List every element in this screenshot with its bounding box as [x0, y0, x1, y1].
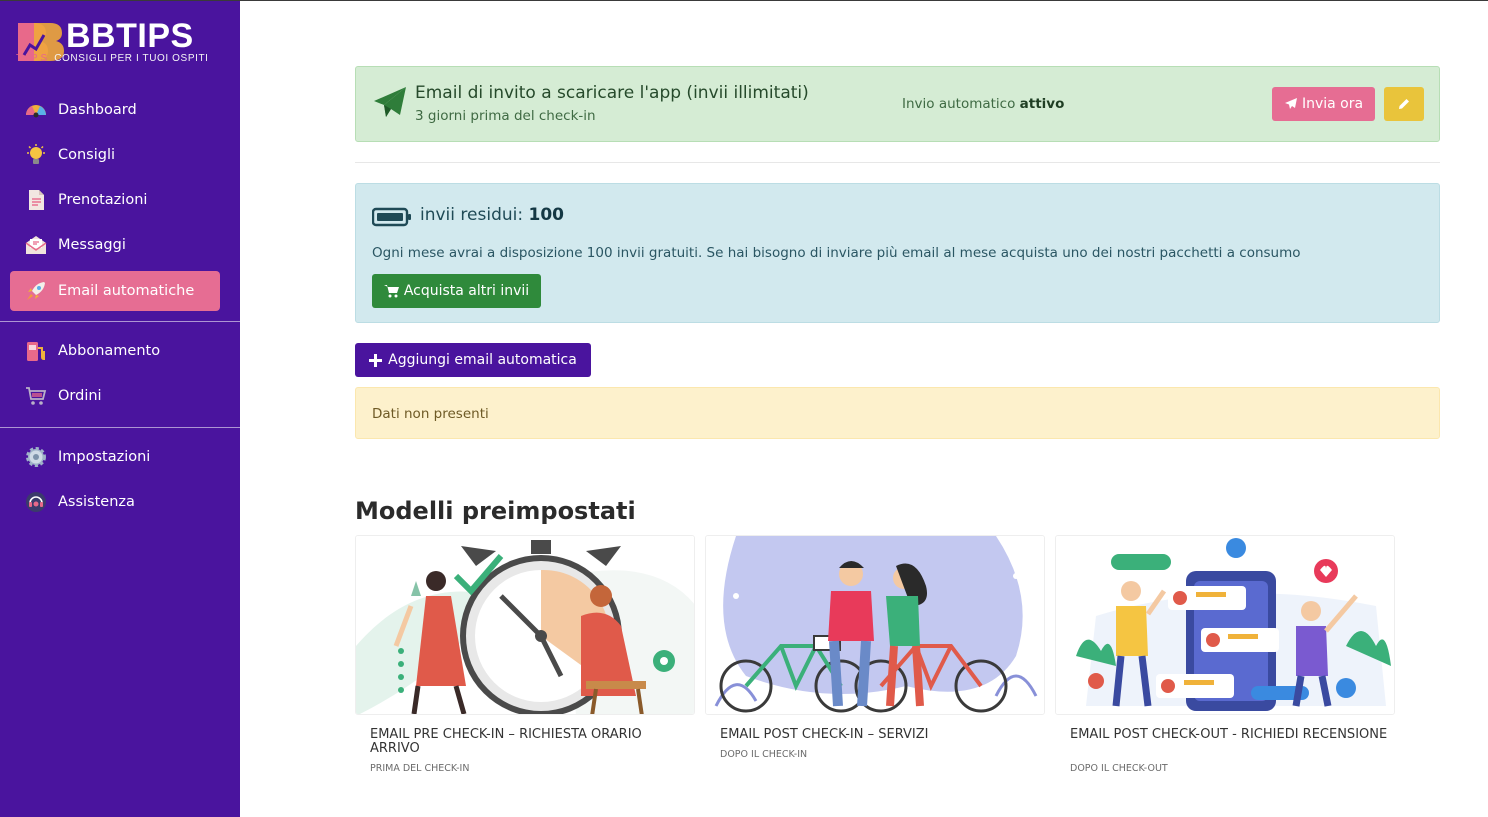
gas-pump-icon: [24, 339, 48, 363]
brand-name: BBTIPS: [66, 17, 194, 55]
shopping-cart-icon: [24, 384, 48, 408]
envelope-icon: [24, 233, 48, 257]
add-automatic-email-label: Aggiungi email automatica: [388, 352, 577, 368]
templates-title: Modelli preimpostati: [355, 497, 636, 525]
status-prefix: Invio automatico: [902, 96, 1016, 112]
template-timing: DOPO IL CHECK-IN: [720, 749, 808, 760]
sidebar-item-label: Email automatiche: [58, 283, 195, 299]
template-name: EMAIL POST CHECK-OUT - RICHIEDI RECENSIO…: [1070, 727, 1388, 742]
template-timing: PRIMA DEL CHECK-IN: [370, 763, 470, 774]
template-illustration-bikes: [705, 535, 1045, 715]
document-icon: [24, 188, 48, 212]
dashboard-gauge-icon: [24, 98, 48, 122]
sidebar-item-label: Abbonamento: [58, 343, 161, 359]
sidebar-divider: [0, 427, 240, 428]
status-value: attivo: [1019, 96, 1065, 112]
paper-plane-icon: [374, 87, 406, 117]
credits-card: invii residui: 100 Ogni mese avrai a dis…: [355, 183, 1440, 323]
battery-full-icon: [372, 207, 411, 227]
sidebar-item-label: Ordini: [58, 388, 102, 404]
sidebar-item-label: Impostazioni: [58, 449, 151, 465]
sidebar-item-dashboard[interactable]: Dashboard: [10, 90, 220, 130]
invite-title: Email di invito a scaricare l'app (invii…: [415, 83, 809, 103]
main-content: Email di invito a scaricare l'app (invii…: [240, 0, 1488, 817]
template-card-pre-checkin[interactable]: EMAIL PRE CHECK-IN – RICHIESTA ORARIO AR…: [355, 535, 695, 785]
sidebar-item-messaggi[interactable]: Messaggi: [10, 225, 220, 265]
template-illustration-reviews: [1055, 535, 1395, 715]
headset-icon: [24, 490, 48, 514]
rocket-icon: [24, 279, 48, 303]
send-now-button[interactable]: Invia ora: [1272, 87, 1375, 121]
buy-more-label: Acquista altri invii: [403, 283, 530, 299]
remaining-count: 100: [528, 205, 565, 225]
template-illustration-clock: [355, 535, 695, 715]
sidebar-item-label: Consigli: [58, 147, 116, 163]
lightbulb-icon: [24, 143, 48, 167]
plus-icon: [369, 353, 383, 367]
add-automatic-email-button[interactable]: Aggiungi email automatica: [355, 343, 591, 377]
sidebar-item-consigli[interactable]: Consigli: [10, 135, 220, 175]
sidebar-item-prenotazioni[interactable]: Prenotazioni: [10, 180, 220, 220]
sidebar-item-assistenza[interactable]: Assistenza: [10, 482, 220, 522]
section-divider: [355, 162, 1440, 163]
invite-subtitle: 3 giorni prima del check-in: [415, 108, 596, 124]
automatic-send-status: Invio automatico attivo: [902, 96, 1064, 112]
credits-description: Ogni mese avrai a disposizione 100 invii…: [372, 245, 1301, 261]
paper-plane-icon: [1284, 98, 1297, 109]
send-now-label: Invia ora: [1301, 96, 1364, 112]
sidebar-item-label: Messaggi: [58, 237, 126, 253]
template-card-post-checkin[interactable]: EMAIL POST CHECK-IN – SERVIZI DOPO IL CH…: [705, 535, 1045, 785]
sidebar-item-abbonamento[interactable]: Abbonamento: [10, 331, 220, 371]
remaining-sends: invii residui: 100: [420, 205, 564, 225]
template-card-post-checkout[interactable]: EMAIL POST CHECK-OUT - RICHIEDI RECENSIO…: [1055, 535, 1395, 785]
template-name: EMAIL POST CHECK-IN – SERVIZI: [720, 727, 929, 742]
empty-data-alert: Dati non presenti: [355, 387, 1440, 439]
cart-icon: [383, 285, 399, 298]
bbtips-logo[interactable]: BBTIPS TIPS CONSIGLI PER I TUOI OSPITI: [16, 17, 216, 67]
gear-icon: [24, 445, 48, 469]
brand-tagline: TIPS CONSIGLI PER I TUOI OSPITI: [16, 53, 209, 64]
remaining-label: invii residui:: [420, 205, 524, 225]
sidebar-item-ordini[interactable]: Ordini: [10, 376, 220, 416]
empty-data-text: Dati non presenti: [372, 406, 489, 422]
template-name: EMAIL PRE CHECK-IN – RICHIESTA ORARIO AR…: [370, 727, 642, 756]
sidebar-item-label: Dashboard: [58, 102, 137, 118]
tagline-prefix: TIPS: [16, 53, 51, 64]
sidebar-item-label: Assistenza: [58, 494, 135, 510]
template-timing: DOPO IL CHECK-OUT: [1070, 763, 1168, 774]
tagline-text: CONSIGLI PER I TUOI OSPITI: [54, 53, 209, 64]
sidebar-item-label: Prenotazioni: [58, 192, 148, 208]
sidebar: BBTIPS TIPS CONSIGLI PER I TUOI OSPITI Da…: [0, 1, 240, 817]
edit-button[interactable]: [1384, 87, 1424, 121]
pencil-icon: [1399, 99, 1409, 109]
invite-email-card: Email di invito a scaricare l'app (invii…: [355, 66, 1440, 142]
sidebar-divider: [0, 321, 240, 322]
buy-more-button[interactable]: Acquista altri invii: [372, 274, 541, 308]
sidebar-item-email-automatiche[interactable]: Email automatiche: [10, 271, 220, 311]
sidebar-item-impostazioni[interactable]: Impostazioni: [10, 437, 220, 477]
